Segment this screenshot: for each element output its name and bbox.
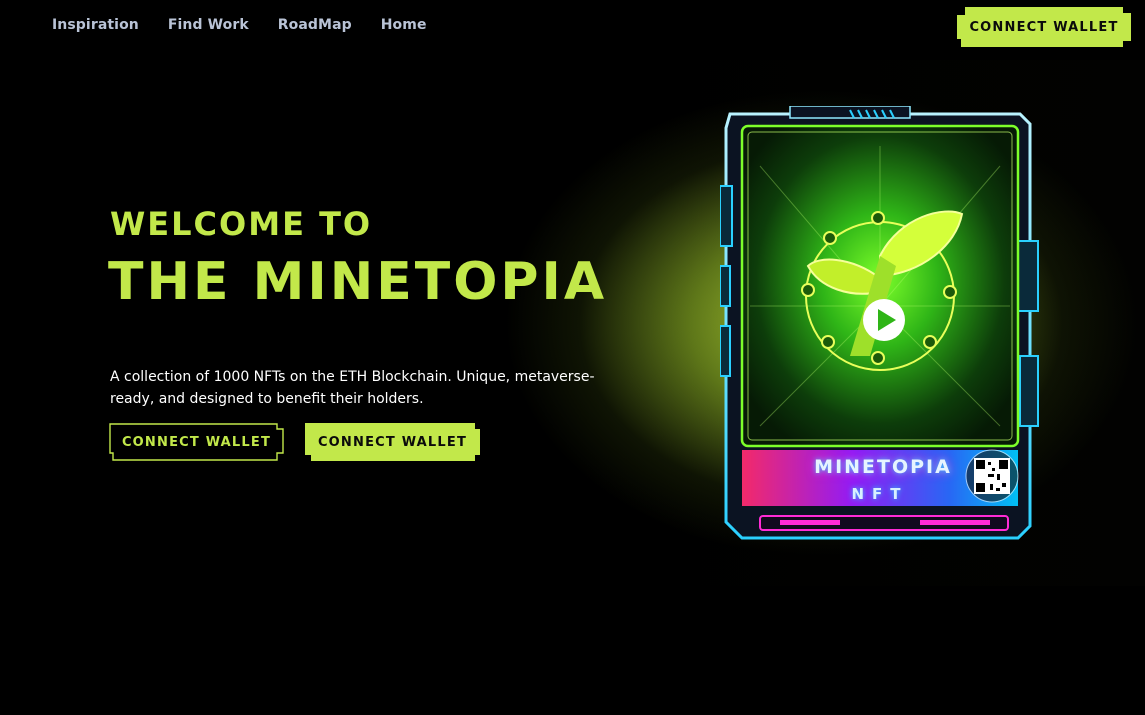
hero-headline-title: THE MINETOPIA xyxy=(108,252,608,312)
qr-code-icon xyxy=(974,458,1010,494)
nav-links: Inspiration Find Work RoadMap Home xyxy=(52,17,456,33)
nav-link-inspiration[interactable]: Inspiration xyxy=(52,17,139,33)
connect-wallet-filled-label: CONNECT WALLET xyxy=(317,434,468,450)
connect-wallet-outline-button[interactable]: CONNECT WALLET xyxy=(109,423,284,461)
nav-connect-wallet-button[interactable]: CONNECT WALLET xyxy=(957,7,1131,47)
connect-wallet-outline-label: CONNECT WALLET xyxy=(121,434,272,450)
nft-card-subtitle: NFT xyxy=(851,485,909,503)
hero-description: A collection of 1000 NFTs on the ETH Blo… xyxy=(110,369,595,407)
play-video-button[interactable] xyxy=(863,299,905,341)
nav-connect-wallet-label: CONNECT WALLET xyxy=(969,19,1119,35)
top-nav: Inspiration Find Work RoadMap Home CONNE… xyxy=(0,0,1145,56)
nav-link-find-work[interactable]: Find Work xyxy=(168,17,249,33)
nav-link-roadmap[interactable]: RoadMap xyxy=(278,17,352,33)
landing-page: Inspiration Find Work RoadMap Home CONNE… xyxy=(0,0,1145,715)
connect-wallet-filled-button[interactable]: CONNECT WALLET xyxy=(305,423,480,461)
hero-headline-welcome: WELCOME TO xyxy=(110,205,373,243)
nav-link-home[interactable]: Home xyxy=(381,17,427,33)
nft-card-title: MINETOPIA xyxy=(814,456,952,478)
